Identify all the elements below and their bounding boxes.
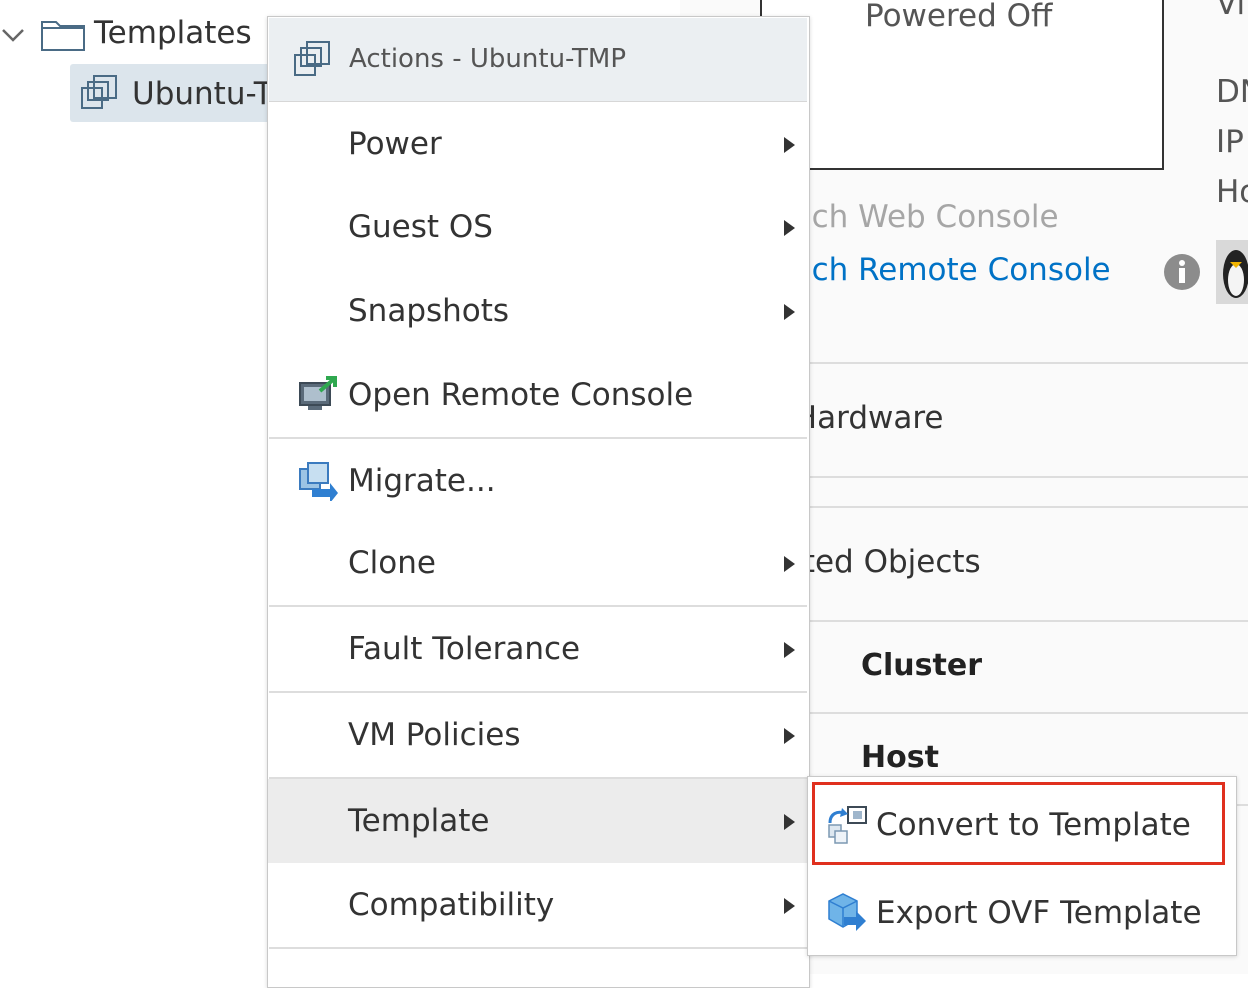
chevron-right-icon <box>784 137 795 153</box>
chevron-right-icon <box>784 220 795 236</box>
menu-item-label: Fault Tolerance <box>348 631 581 667</box>
info-label-host: Ho <box>1216 174 1248 210</box>
chevron-right-icon <box>784 304 795 320</box>
menu-item-label: Migrate... <box>348 463 496 499</box>
menu-item-label: Snapshots <box>348 293 510 329</box>
menu-item-power[interactable]: Power <box>268 103 808 187</box>
info-label-vm: Vi <box>1216 0 1246 22</box>
menu-item-label: Power <box>348 126 442 162</box>
menu-item-label: Template <box>348 803 490 839</box>
folder-icon <box>41 21 85 51</box>
info-label-ip: IP <box>1216 124 1244 160</box>
menu-item-compatibility[interactable]: Compatibility <box>268 863 808 947</box>
host-label: Host <box>861 740 939 775</box>
menu-item-snapshots[interactable]: Snapshots <box>268 271 808 355</box>
menu-header-title: Actions - Ubuntu-TMP <box>349 44 627 74</box>
power-state-text: Powered Off <box>865 0 1053 34</box>
menu-item-label: VM Policies <box>348 717 521 753</box>
menu-item-label: Open Remote Console <box>348 377 694 413</box>
menu-item-label: Compatibility <box>348 887 555 923</box>
cluster-label: Cluster <box>861 648 982 683</box>
menu-item-template[interactable]: Template <box>268 779 808 863</box>
menu-item-clone[interactable]: Clone <box>268 523 808 605</box>
chevron-right-icon <box>784 898 795 914</box>
menu-item-vm-policies[interactable]: VM Policies <box>268 693 808 777</box>
console-preview[interactable]: Powered Off <box>760 0 1164 170</box>
menu-item-fault-tolerance[interactable]: Fault Tolerance <box>268 607 808 691</box>
info-icon[interactable] <box>1163 253 1201 291</box>
chevron-down-icon[interactable] <box>0 22 26 48</box>
menu-header: Actions - Ubuntu-TMP <box>269 18 807 102</box>
export-ovf-icon <box>828 893 866 931</box>
vm-template-icon <box>294 41 330 76</box>
menu-item-guest-os[interactable]: Guest OS <box>268 187 808 271</box>
actions-context-menu: Actions - Ubuntu-TMP Power Guest OS Snap… <box>267 16 810 988</box>
chevron-right-icon <box>784 814 795 830</box>
menu-item-migrate[interactable]: Migrate... <box>268 439 808 523</box>
menu-item-label: Clone <box>348 545 436 581</box>
chevron-right-icon <box>784 728 795 744</box>
submenu-item-label: Export OVF Template <box>876 895 1202 931</box>
chevron-right-icon <box>784 556 795 572</box>
submenu-item-export-ovf-template[interactable]: Export OVF Template <box>808 871 1236 955</box>
vm-template-icon <box>81 75 117 109</box>
menu-item-open-remote-console[interactable]: Open Remote Console <box>268 355 808 437</box>
template-submenu: Convert to Template Export OVF Template <box>807 776 1237 956</box>
linux-tux-icon <box>1216 240 1248 304</box>
remote-console-icon <box>299 376 337 410</box>
menu-item-label: Guest OS <box>348 209 493 245</box>
migrate-icon <box>299 462 338 501</box>
tree-item-vm[interactable]: Ubuntu-TMP <box>70 64 318 122</box>
chevron-right-icon <box>784 642 795 658</box>
tree-item-templates[interactable]: Templates <box>94 15 252 51</box>
highlight-box <box>812 782 1225 865</box>
info-label-dns: DN <box>1216 74 1248 110</box>
